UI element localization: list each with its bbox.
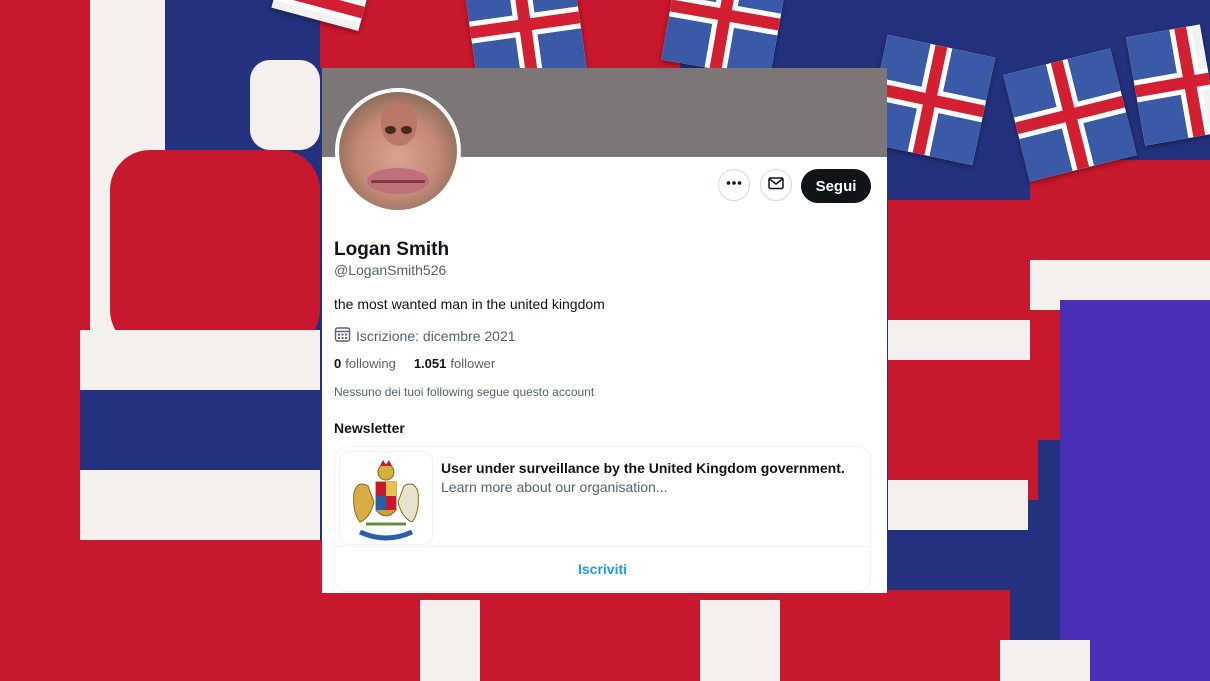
followers-count: 1.051 bbox=[413, 356, 447, 371]
newsletter-divider bbox=[335, 546, 870, 547]
newsletter-description: Learn more about our organisation... bbox=[441, 479, 668, 495]
mail-icon bbox=[767, 174, 785, 197]
royal-coat-of-arms-icon bbox=[339, 451, 433, 545]
more-icon bbox=[725, 174, 743, 197]
join-date: Iscrizione: dicembre 2021 bbox=[334, 326, 516, 346]
more-options-button[interactable] bbox=[718, 169, 750, 201]
newsletter-card: User under surveillance by the United Ki… bbox=[334, 446, 871, 592]
message-button[interactable] bbox=[760, 169, 792, 201]
avatar[interactable] bbox=[335, 88, 461, 214]
following-label: following bbox=[345, 356, 396, 371]
avatar-photo bbox=[339, 92, 457, 210]
subscribe-button[interactable]: Iscriviti bbox=[335, 561, 870, 577]
newsletter-title: User under surveillance by the United Ki… bbox=[441, 460, 845, 476]
follow-stats: 0 following 1.051 follower bbox=[334, 356, 495, 371]
follow-button[interactable]: Segui bbox=[801, 169, 871, 203]
profile-bio: the most wanted man in the united kingdo… bbox=[334, 296, 605, 312]
join-date-text: Iscrizione: dicembre 2021 bbox=[356, 328, 516, 344]
mutual-followers-note: Nessuno dei tuoi following segue questo … bbox=[334, 385, 595, 399]
following-count: 0 bbox=[334, 356, 342, 371]
profile-card: Segui Logan Smith @LoganSmith526 the mos… bbox=[322, 68, 887, 593]
newsletter-heading: Newsletter bbox=[334, 420, 405, 436]
calendar-icon bbox=[334, 326, 351, 346]
followers-label: follower bbox=[450, 356, 496, 371]
following-link[interactable]: 0 following bbox=[334, 356, 396, 371]
profile-name: Logan Smith bbox=[334, 239, 450, 260]
profile-handle: @LoganSmith526 bbox=[334, 262, 447, 278]
followers-link[interactable]: 1.051 follower bbox=[414, 356, 495, 371]
